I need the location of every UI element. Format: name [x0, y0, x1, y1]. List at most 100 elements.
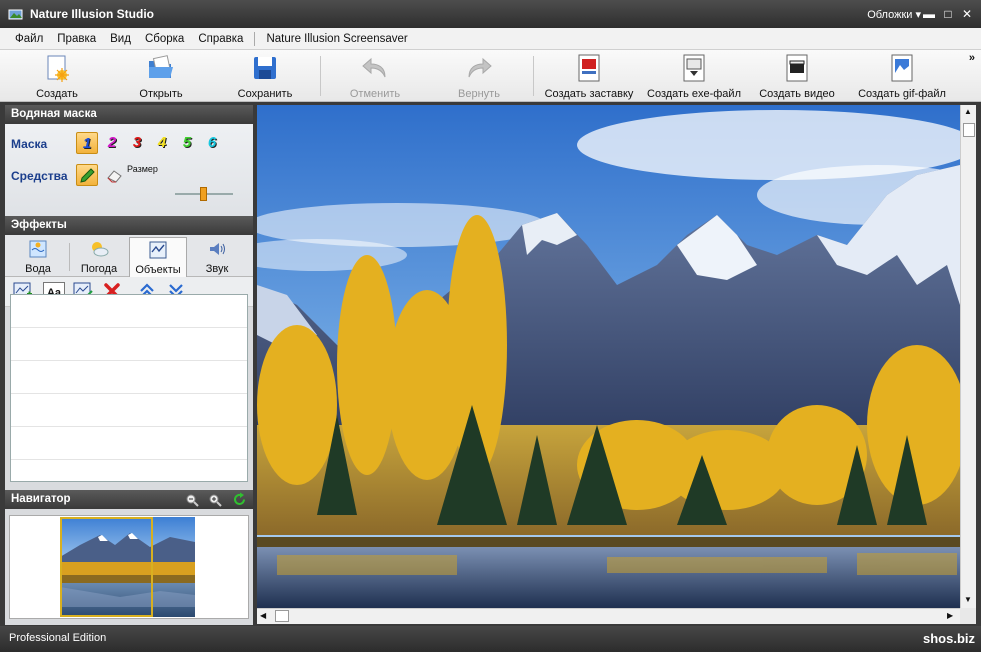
tab-objects-label: Объекты [135, 264, 181, 276]
scroll-left-icon[interactable]: ◀ [260, 611, 266, 620]
effects-title: Эффекты [11, 219, 67, 231]
menu-edit[interactable]: Правка [50, 33, 103, 45]
make-gif-label: Создать gif-файл [858, 88, 946, 100]
mask-button-2[interactable]: 2 [101, 132, 123, 154]
minimize-button[interactable]: ▬ [922, 7, 936, 21]
list-item[interactable] [11, 427, 247, 460]
new-file-icon [47, 55, 69, 82]
scroll-up-icon[interactable]: ▲ [964, 107, 972, 116]
list-item[interactable] [11, 361, 247, 394]
mask-button-1[interactable]: 1 [76, 132, 98, 154]
watermark-body: Маска 123456 Средства Размер [5, 124, 253, 216]
effects-tabs: Вода Погода Объекты Звук [5, 235, 253, 277]
zoom-out-icon[interactable] [185, 493, 199, 507]
landscape-image [257, 105, 960, 608]
refresh-icon[interactable] [232, 492, 247, 507]
exe-file-icon [683, 54, 705, 82]
save-button[interactable]: Сохранить [234, 53, 296, 100]
make-exe-button[interactable]: Создать exe-файл [645, 53, 743, 100]
mask-button-6[interactable]: 6 [201, 132, 223, 154]
skins-menu[interactable]: Обложки ▾ [867, 8, 921, 21]
undo-arrow-icon [362, 57, 386, 78]
site-watermark: shos.biz [922, 631, 975, 646]
scroll-right-icon[interactable]: ▶ [947, 611, 953, 620]
undo-button[interactable]: Отменить [346, 53, 404, 100]
horizontal-scroll-thumb[interactable] [275, 610, 289, 622]
create-label: Создать [36, 88, 78, 100]
vertical-scrollbar[interactable]: ▲ ▼ [960, 105, 976, 608]
list-item[interactable] [11, 394, 247, 427]
maximize-button[interactable]: □ [941, 7, 955, 21]
menu-file[interactable]: Файл [8, 33, 50, 45]
tab-sound-label: Звук [205, 263, 229, 275]
redo-label: Вернуть [458, 88, 500, 100]
menu-separator [254, 31, 256, 46]
make-exe-label: Создать exe-файл [647, 88, 741, 100]
toolbar: Создать Открыть Сохранить Отменить Верну… [0, 50, 981, 102]
zoom-in-icon[interactable] [208, 493, 222, 507]
pencil-tool-button[interactable] [76, 164, 98, 186]
scroll-corner [960, 608, 976, 624]
scroll-down-icon[interactable]: ▼ [964, 595, 972, 604]
make-gif-button[interactable]: Создать gif-файл [855, 53, 949, 100]
vertical-scroll-thumb[interactable] [963, 123, 975, 137]
edition-label: Professional Edition [9, 632, 107, 644]
menu-screensaver[interactable]: Nature Illusion Screensaver [259, 33, 414, 45]
skins-label: Обложки [867, 9, 913, 21]
undo-label: Отменить [349, 88, 401, 100]
redo-button[interactable]: Вернуть [454, 53, 504, 100]
pencil-icon [80, 168, 95, 183]
watermark-title: Водяная маска [11, 108, 97, 120]
tab-objects[interactable]: Объекты [129, 237, 187, 277]
list-item[interactable] [11, 295, 247, 328]
mask-button-5[interactable]: 5 [176, 132, 198, 154]
make-screensaver-button[interactable]: Создать заставку [542, 53, 636, 100]
menu-build[interactable]: Сборка [138, 33, 191, 45]
toolbar-separator [320, 56, 321, 96]
app-icon [8, 9, 23, 20]
navigator-viewport-frame[interactable] [60, 517, 153, 617]
menu-bar: Файл Правка Вид Сборка Справка Nature Il… [0, 28, 981, 50]
objects-list[interactable] [10, 294, 248, 482]
make-video-button[interactable]: Создать видео [756, 53, 838, 100]
screensaver-icon [578, 54, 600, 82]
water-icon [29, 240, 47, 258]
navigator-body [9, 515, 249, 619]
toolbar-overflow-button[interactable]: » [969, 52, 975, 64]
eraser-icon[interactable] [106, 168, 124, 184]
redo-arrow-icon [468, 57, 492, 78]
menu-view[interactable]: Вид [103, 33, 138, 45]
weather-sun-cloud-icon [92, 242, 109, 257]
tab-weather-label: Погода [80, 263, 118, 275]
gif-image-icon [891, 54, 913, 82]
watermark-header: Водяная маска [5, 105, 253, 124]
video-clapper-icon [786, 54, 808, 82]
window-title: Nature Illusion Studio [30, 7, 155, 21]
chevron-down-icon: ▾ [915, 9, 921, 21]
tab-water-label: Вода [25, 263, 51, 275]
main-canvas[interactable] [257, 105, 960, 608]
tab-water[interactable]: Вода [9, 237, 67, 277]
menu-help[interactable]: Справка [191, 33, 250, 45]
tab-sound[interactable]: Звук [188, 237, 246, 277]
close-button[interactable]: ✕ [960, 7, 974, 21]
objects-icon [149, 241, 167, 259]
mask-button-4[interactable]: 4 [151, 132, 173, 154]
size-slider-thumb[interactable] [200, 187, 207, 201]
create-button[interactable]: Создать [30, 53, 84, 100]
mask-label: Маска [11, 137, 48, 151]
title-bar: Nature Illusion Studio Обложки ▾ ▬ □ ✕ [0, 0, 981, 28]
size-label: Размер [127, 164, 158, 174]
speaker-icon [210, 243, 225, 255]
list-item[interactable] [11, 328, 247, 361]
toolbar-separator [533, 56, 534, 96]
open-label: Открыть [139, 88, 183, 100]
open-button[interactable]: Открыть [134, 53, 188, 100]
left-panel: Водяная маска Маска 123456 Средства Разм… [5, 105, 253, 625]
tools-label: Средства [11, 169, 68, 183]
mask-button-3[interactable]: 3 [126, 132, 148, 154]
horizontal-scrollbar[interactable]: ◀ ▶ [257, 608, 960, 624]
navigator-title: Навигатор [11, 493, 71, 505]
open-folder-icon [149, 55, 173, 78]
tab-weather[interactable]: Погода [70, 237, 128, 277]
